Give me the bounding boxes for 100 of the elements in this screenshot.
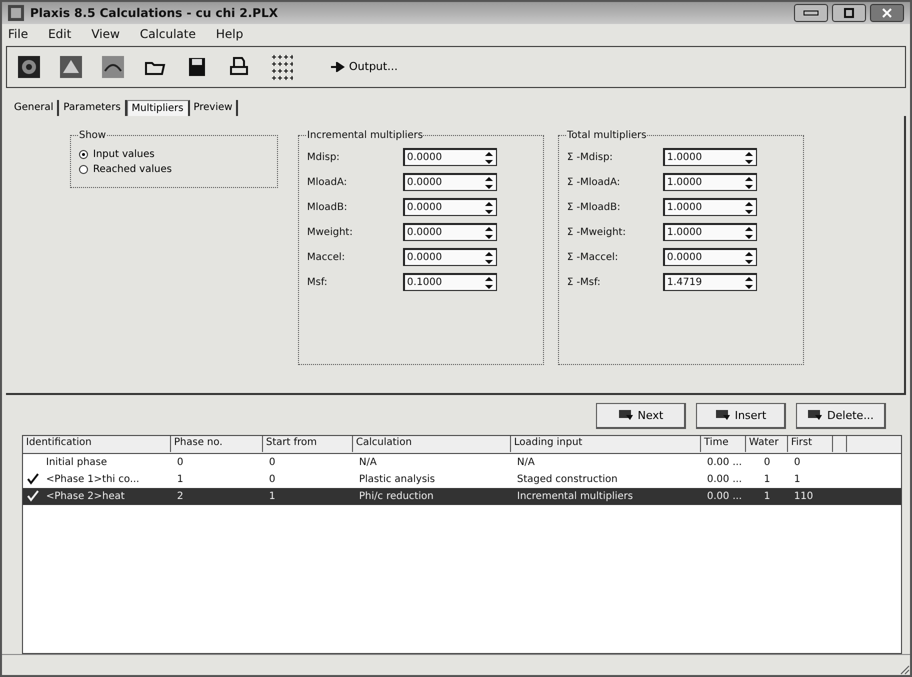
field-label: Σ -Mweight: <box>567 226 627 238</box>
spin-arrows-icon[interactable] <box>743 200 755 215</box>
radio-option[interactable]: Reached values <box>79 164 172 175</box>
table-cell-text: 1 <box>762 490 772 502</box>
table-cell-text: Phi/c reduction <box>358 490 435 502</box>
table-cell-text: Staged construction <box>516 474 619 485</box>
spin-arrows-icon[interactable] <box>483 250 495 265</box>
table-cell-text: 1 <box>793 474 802 485</box>
field-label: MloadB: <box>307 202 348 213</box>
table-cell-text: N/A <box>358 456 378 468</box>
spin-arrows-icon[interactable] <box>743 226 755 240</box>
spin-field[interactable]: 0.0000 <box>403 173 497 192</box>
close-button[interactable] <box>870 4 904 22</box>
table-cell-text: 0 <box>176 456 184 468</box>
field-label: Mdisp: <box>307 152 341 163</box>
field-label: Msf: <box>307 276 328 288</box>
menu-item[interactable]: File <box>8 26 28 41</box>
column-header[interactable]: First <box>788 436 833 452</box>
maximize-icon <box>844 8 854 18</box>
spin-arrows-icon[interactable] <box>483 176 495 190</box>
app-icon <box>8 4 24 21</box>
disc-icon[interactable] <box>17 54 41 79</box>
column-header[interactable]: Loading input <box>511 436 701 452</box>
table-cell-text: 0 <box>762 456 772 468</box>
spin-field[interactable]: 1.0000 <box>663 223 757 242</box>
minimize-button[interactable] <box>794 4 828 22</box>
column-header[interactable]: Identification <box>23 436 171 452</box>
field-label: Σ -MloadA: <box>567 176 622 188</box>
field-label: Maccel: <box>307 252 346 263</box>
menu-item[interactable]: View <box>91 26 120 41</box>
table-cell-text: N/A <box>516 456 536 468</box>
tab[interactable]: Preview <box>190 100 238 116</box>
menu-item[interactable]: Help <box>216 26 244 41</box>
group-title: Total multipliers <box>567 130 646 141</box>
tab[interactable]: Multipliers <box>126 100 190 116</box>
table-cell-text: Initial phase <box>45 456 108 468</box>
column-header[interactable]: Calculation <box>353 436 511 452</box>
column-header[interactable]: Start from <box>263 436 353 452</box>
output-button[interactable]: Output... <box>325 59 404 74</box>
spin-field[interactable]: 0.0000 <box>403 148 497 166</box>
spin-field[interactable]: 0.0000 <box>663 248 757 266</box>
column-header[interactable]: Water <box>746 436 788 452</box>
spin-field[interactable]: 0.0000 <box>403 248 497 266</box>
table-cell-text: 2 <box>176 490 184 502</box>
minimize-icon <box>803 10 819 16</box>
field-label: Σ -Maccel: <box>567 252 620 263</box>
table-row[interactable]: <Phase 1>thi co... 1 0 Plastic analysis Staged construction 0.00 ... 1 1 <box>23 470 901 488</box>
field-label: Σ -MloadB: <box>567 202 622 213</box>
maximize-button[interactable] <box>832 4 866 22</box>
spin-arrows-icon[interactable] <box>743 250 755 265</box>
spin-arrows-icon[interactable] <box>483 276 495 290</box>
spin-arrows-icon[interactable] <box>743 276 755 290</box>
spin-field[interactable]: 0.1000 <box>403 273 497 292</box>
radio-option[interactable]: Input values <box>79 148 155 160</box>
spin-arrows-icon[interactable] <box>743 176 755 190</box>
spin-arrows-icon[interactable] <box>743 150 755 165</box>
dot-grid-icon[interactable] <box>269 54 293 79</box>
action-button[interactable]: Insert <box>696 402 786 429</box>
group-title: Incremental multipliers <box>307 130 424 141</box>
window-title: Plaxis 8.5 Calculations - cu chi 2.PLX <box>30 6 278 20</box>
close-icon <box>881 8 893 18</box>
table-cell-text: Incremental multipliers <box>516 490 634 502</box>
table-row[interactable]: <Phase 2>heat 2 1 Phi/c reduction Incremental multipliers 0.00 ... 1 110 <box>23 488 901 505</box>
field-label: Mweight: <box>307 226 354 238</box>
action-button[interactable]: Delete... <box>796 402 886 429</box>
spin-arrows-icon[interactable] <box>483 200 495 215</box>
table-row[interactable]: Initial phase 0 0 N/A N/A 0.00 ... 0 0 <box>23 454 901 471</box>
field-label: Σ -Msf: <box>567 276 602 288</box>
table-cell-text: <Phase 1>thi co... <box>45 474 140 485</box>
column-header[interactable]: Phase no. <box>171 436 263 452</box>
spin-field[interactable]: 0.0000 <box>403 223 497 242</box>
spin-field[interactable]: 1.0000 <box>663 173 757 192</box>
table-cell-text: 0.00 ... <box>706 490 743 502</box>
spin-field[interactable]: 1.0000 <box>663 148 757 166</box>
spin-field[interactable]: 0.0000 <box>403 198 497 216</box>
table-cell-text: 110 <box>793 490 814 502</box>
spin-field[interactable]: 1.0000 <box>663 198 757 216</box>
menu-item[interactable]: Calculate <box>140 26 196 41</box>
column-header[interactable]: Time <box>701 436 746 452</box>
table-cell-text: 0.00 ... <box>706 474 743 485</box>
curve-icon[interactable] <box>101 54 125 79</box>
table-cell-text: 0 <box>793 456 802 468</box>
table-cell-text: Plastic analysis <box>358 474 436 485</box>
group-title: Show <box>79 130 106 141</box>
spin-field[interactable]: 1.4719 <box>663 273 757 292</box>
spin-arrows-icon[interactable] <box>483 150 495 165</box>
field-label: Σ -Mdisp: <box>567 152 614 163</box>
action-button[interactable]: Next <box>596 402 686 429</box>
table-cell-text: 1 <box>762 474 772 485</box>
table-cell-text: <Phase 2>heat <box>45 490 126 502</box>
spin-arrows-icon[interactable] <box>483 226 495 240</box>
table-cell-text: 1 <box>268 490 276 502</box>
table-cell-text: 1 <box>176 474 184 485</box>
arrow-icon <box>331 62 345 72</box>
table-cell-text: 0 <box>268 474 276 485</box>
tab[interactable]: General <box>10 100 60 116</box>
menu-item[interactable]: Edit <box>48 26 72 41</box>
mountain-icon[interactable] <box>59 54 83 79</box>
table-cell-text: 0.00 ... <box>706 456 743 468</box>
table-cell-text: 0 <box>268 456 276 468</box>
